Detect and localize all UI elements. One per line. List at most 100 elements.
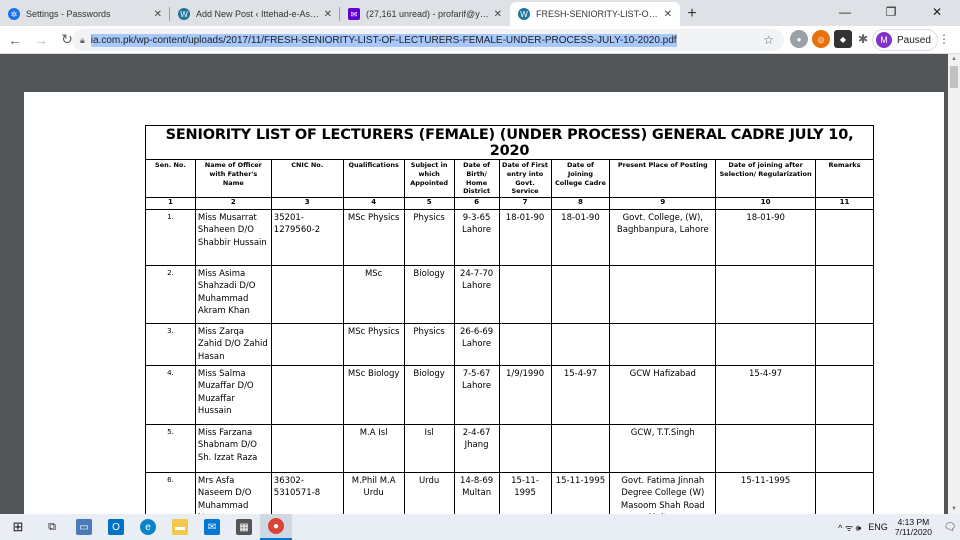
vertical-scrollbar[interactable]: ▲ ▼ (948, 54, 960, 514)
cell-first-entry (498, 323, 552, 366)
pdf-viewer: SENIORITY LIST OF LECTURERS (FEMALE) (UN… (0, 54, 948, 514)
cell-qual: MSc Physics (342, 209, 405, 267)
column-header: Qualifications (342, 158, 405, 199)
cell-cnic (270, 265, 344, 325)
tab-pdf[interactable]: W FRESH-SENIORITY-LIST-OF-LECT ✕ (510, 2, 680, 26)
system-tray: ^ ᯤ 🕪 ENG 4:13 PM 7/11/2020 🗨︎ (838, 514, 960, 540)
tray-icons[interactable]: ^ ᯤ 🕪 (838, 521, 861, 534)
scroll-up-icon[interactable]: ▲ (951, 56, 957, 62)
cell-regularization: 18-01-90 (715, 209, 817, 267)
column-number: 7 (498, 197, 552, 211)
task-view-button[interactable]: ⧉ (36, 514, 68, 540)
cell-posting: Govt. College, (W), Baghbanpura, Lahore (609, 209, 717, 267)
close-tab-icon[interactable]: ✕ (324, 9, 332, 20)
menu-icon[interactable]: ⋮ (938, 32, 950, 46)
cell-remarks (815, 265, 874, 325)
column-header: Date of joining after Selection/ Regular… (715, 158, 817, 199)
windows-icon: ⊞ (12, 519, 24, 534)
cell-subject: Physics (403, 209, 455, 267)
bookmark-star-icon[interactable]: ☆ (763, 33, 774, 47)
avatar: M (876, 32, 892, 48)
cell-cnic: 35201-1279560-2 (270, 209, 344, 267)
taskbar-edge[interactable]: e (132, 514, 164, 540)
gear-icon: ✲ (8, 8, 20, 20)
cell-dob: 26-6-69 Lahore (453, 323, 500, 366)
taskbar-file-explorer[interactable]: ▬ (164, 514, 196, 540)
cell-subject: Biology (403, 265, 455, 325)
column-header: Sen. No. (145, 158, 196, 199)
adblock-extension-icon[interactable]: ● (790, 30, 808, 48)
url-text[interactable]: ia.com.pk/wp-content/uploads/2017/11/FRE… (90, 33, 677, 47)
cell-name: Miss Farzana Shabnam D/O Sh. Izzat Raza (194, 424, 272, 473)
edge-icon: e (140, 519, 156, 535)
cell-dob: 2-4-67 Jhang (453, 424, 500, 473)
column-number: 10 (715, 197, 817, 211)
extension-icon[interactable]: ◎ (812, 30, 830, 48)
taskbar-mail[interactable]: ✉ (196, 514, 228, 540)
table-row: 4. Miss Salma Muzaffar D/O Muzaffar Hussa… (145, 365, 874, 425)
outlook-icon: O (108, 519, 124, 535)
close-tab-icon[interactable]: ✕ (494, 9, 502, 20)
table-row: 2. Miss Asima Shahzadi D/O Muhammad Akram… (145, 265, 874, 325)
tab-mail[interactable]: ✉ (27,161 unread) - profarif@yahoo ✕ (340, 2, 510, 26)
start-button[interactable]: ⊞ (0, 514, 36, 540)
cell-sn: 6. (145, 472, 196, 514)
taskbar-chrome[interactable]: ● (260, 514, 292, 540)
table-row: 6.Mrs Asfa Naseem D/O Muhammad Naseem363… (145, 472, 874, 514)
cell-sn: 5. (145, 424, 196, 473)
column-number: 2 (194, 197, 272, 211)
puzzle-extensions-icon[interactable]: ✱ (854, 30, 872, 48)
taskbar-store[interactable]: ▦ (228, 514, 260, 540)
address-bar[interactable]: 🔒︎ ia.com.pk/wp-content/uploads/2017/11/… (72, 29, 784, 51)
cell-first-entry: 1/9/1990 (498, 365, 552, 425)
column-number: 3 (270, 197, 344, 211)
cell-posting (609, 265, 717, 325)
computer-icon: ▭ (76, 519, 92, 535)
back-button[interactable]: ← (4, 29, 26, 51)
column-header: CNIC No. (270, 158, 344, 199)
clock-time: 4:13 PM (897, 516, 930, 527)
cell-sn: 4. (145, 365, 196, 425)
cell-name: Miss Asima Shahzadi D/O Muhammad Akram K… (194, 265, 272, 325)
cell-regularization (715, 424, 817, 473)
scroll-down-icon[interactable]: ▼ (951, 506, 957, 512)
clock[interactable]: 4:13 PM 7/11/2020 (895, 517, 932, 537)
language-indicator[interactable]: ENG (868, 522, 888, 532)
tab-label: (27,161 unread) - profarif@yahoo (366, 9, 490, 19)
column-number: 5 (403, 197, 455, 211)
minimize-button[interactable]: — (822, 0, 868, 24)
notification-icon[interactable]: 🗨︎ (940, 514, 960, 540)
cell-joining (550, 424, 611, 473)
taskbar-app[interactable]: ▭ (68, 514, 100, 540)
new-tab-button[interactable]: + (680, 2, 704, 26)
shield-extension-icon[interactable]: ◆ (834, 30, 852, 48)
mail-icon: ✉ (348, 8, 360, 20)
wordpress-icon: W (178, 8, 190, 20)
restore-button[interactable]: ❐ (868, 0, 914, 24)
profile-button[interactable]: M Paused (872, 29, 938, 51)
cell-name: Mrs Asfa Naseem D/O Muhammad Naseem (194, 472, 272, 514)
tab-add-new-post[interactable]: W Add New Post ‹ Ittehad-e-Asatza ✕ (170, 2, 340, 26)
cell-dob: 7-5-67 Lahore (453, 365, 500, 425)
close-tab-icon[interactable]: ✕ (664, 9, 672, 20)
cell-regularization (715, 323, 817, 366)
tab-settings[interactable]: ✲ Settings - Passwords ✕ (0, 2, 170, 26)
cell-remarks (815, 323, 874, 366)
cell-qual: MSc (342, 265, 405, 325)
scroll-thumb[interactable] (950, 66, 958, 88)
close-window-button[interactable]: ✕ (914, 0, 960, 24)
cell-posting: GCW Hafizabad (609, 365, 717, 425)
column-number: 8 (550, 197, 611, 211)
tab-strip: ✲ Settings - Passwords ✕ W Add New Post … (0, 0, 960, 26)
column-header: Date of First entry into Govt. Service (498, 158, 552, 199)
cell-remarks (815, 365, 874, 425)
taskbar-outlook[interactable]: O (100, 514, 132, 540)
cell-regularization: 15-11-1995 (715, 472, 817, 514)
forward-button[interactable]: → (30, 29, 52, 51)
cell-posting: Govt. Fatima Jinnah Degree College (W) M… (609, 472, 717, 514)
column-number: 1 (145, 197, 196, 211)
seniority-table: SENIORITY LIST OF LECTURERS (FEMALE) (UN… (145, 125, 874, 514)
profile-status: Paused (897, 34, 931, 46)
cell-first-entry: 18-01-90 (498, 209, 552, 267)
close-tab-icon[interactable]: ✕ (154, 9, 162, 20)
